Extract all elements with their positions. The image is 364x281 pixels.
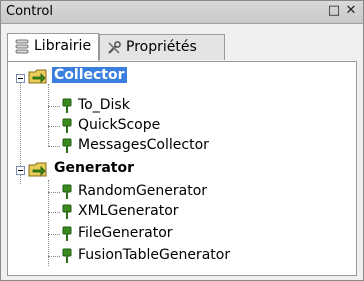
close-button[interactable]: ✕ — [344, 4, 358, 18]
collapse-collector-toggle[interactable] — [16, 74, 25, 83]
plug-icon — [62, 248, 72, 263]
tree-group-collector[interactable]: Collector — [52, 65, 127, 85]
plug-icon — [62, 226, 72, 241]
tree-item-label: FileGenerator — [78, 225, 173, 241]
tree-item-label: QuickScope — [78, 117, 161, 133]
tree-group-label: Generator — [54, 160, 135, 176]
tree-item-label: RandomGenerator — [78, 183, 208, 199]
tree-item-quickscope[interactable]: QuickScope — [78, 115, 160, 135]
library-tree: Collector To_Disk QuickScope MessagesCol… — [7, 61, 357, 276]
tab-proprietes-label: Propriétés — [126, 39, 197, 55]
library-stack-icon — [15, 39, 29, 54]
plug-icon — [62, 118, 72, 133]
tree-item-filegenerator[interactable]: FileGenerator — [78, 223, 173, 243]
tree-connector — [48, 192, 60, 193]
tree-connector — [48, 212, 60, 213]
tree-connector — [48, 106, 60, 107]
tree-item-fusiontablegenerator[interactable]: FusionTableGenerator — [78, 245, 230, 265]
tools-icon — [108, 41, 121, 54]
tab-librairie[interactable]: Librairie — [7, 33, 99, 61]
tree-item-xmlgenerator[interactable]: XMLGenerator — [78, 201, 179, 221]
tree-item-to-disk[interactable]: To_Disk — [78, 95, 130, 115]
tree-connector — [48, 126, 60, 127]
tree-group-generator[interactable]: Generator — [54, 158, 134, 178]
tree-item-messagescollector[interactable]: MessagesCollector — [78, 135, 209, 155]
control-panel: Control □ ✕ Librairie Propriétés Collect… — [0, 0, 364, 281]
panel-title: Control — [6, 4, 53, 19]
tab-proprietes[interactable]: Propriétés — [99, 34, 225, 60]
tree-connector — [48, 256, 60, 257]
folder-arrow-icon — [28, 69, 47, 84]
restore-button[interactable]: □ — [327, 4, 341, 18]
plug-icon — [62, 138, 72, 153]
tree-item-randomgenerator[interactable]: RandomGenerator — [78, 181, 207, 201]
plug-icon — [62, 184, 72, 199]
plug-icon — [62, 98, 72, 113]
tree-item-label: FusionTableGenerator — [78, 247, 231, 263]
tab-librairie-label: Librairie — [34, 38, 92, 54]
panel-titlebar: Control □ ✕ — [1, 1, 363, 24]
collapse-generator-toggle[interactable] — [16, 166, 25, 175]
tree-connector — [48, 84, 49, 146]
tree-item-label: To_Disk — [78, 97, 130, 113]
folder-arrow-icon — [28, 162, 47, 177]
tree-connector — [48, 146, 60, 147]
tree-item-label: MessagesCollector — [78, 137, 209, 153]
tree-item-label: XMLGenerator — [78, 203, 179, 219]
tree-connector — [48, 234, 60, 235]
tree-group-label: Collector — [52, 67, 127, 83]
plug-icon — [62, 204, 72, 219]
